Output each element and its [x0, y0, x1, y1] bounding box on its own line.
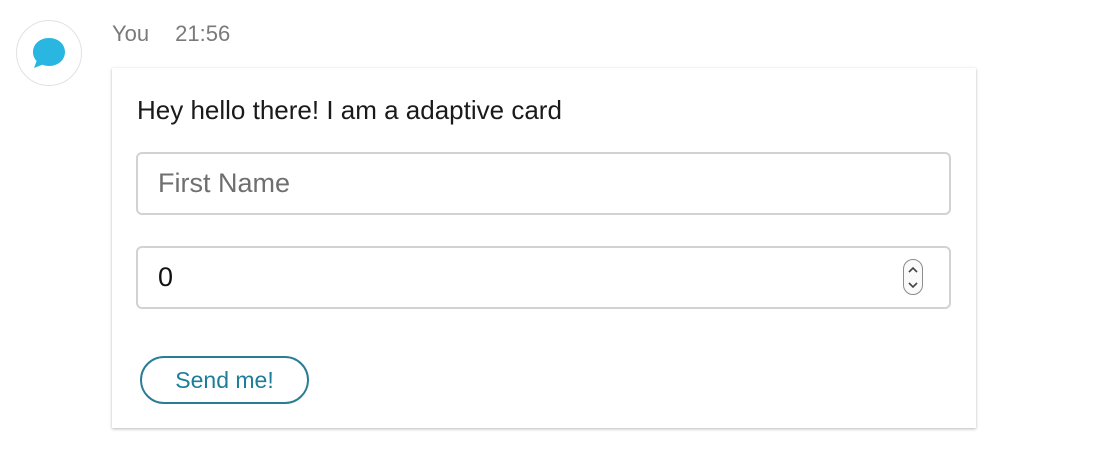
chevron-up-icon[interactable] — [904, 261, 922, 277]
number-input[interactable] — [138, 248, 949, 307]
first-name-field — [136, 152, 951, 215]
number-stepper[interactable] — [903, 259, 923, 295]
chat-message: You 21:56 Hey hello there! I am a adapti… — [0, 0, 1094, 472]
chevron-down-icon[interactable] — [904, 277, 922, 293]
message-timestamp: 21:56 — [175, 21, 231, 46]
first-name-input[interactable] — [138, 154, 949, 213]
adaptive-card: Hey hello there! I am a adaptive card Se… — [112, 68, 976, 428]
message-header: You 21:56 — [112, 20, 230, 48]
sender-name: You — [112, 21, 150, 46]
number-field — [136, 246, 951, 309]
card-text: Hey hello there! I am a adaptive card — [137, 95, 562, 125]
avatar — [16, 20, 82, 86]
send-me-button[interactable]: Send me! — [140, 356, 309, 404]
chat-bubble-icon — [31, 36, 67, 70]
